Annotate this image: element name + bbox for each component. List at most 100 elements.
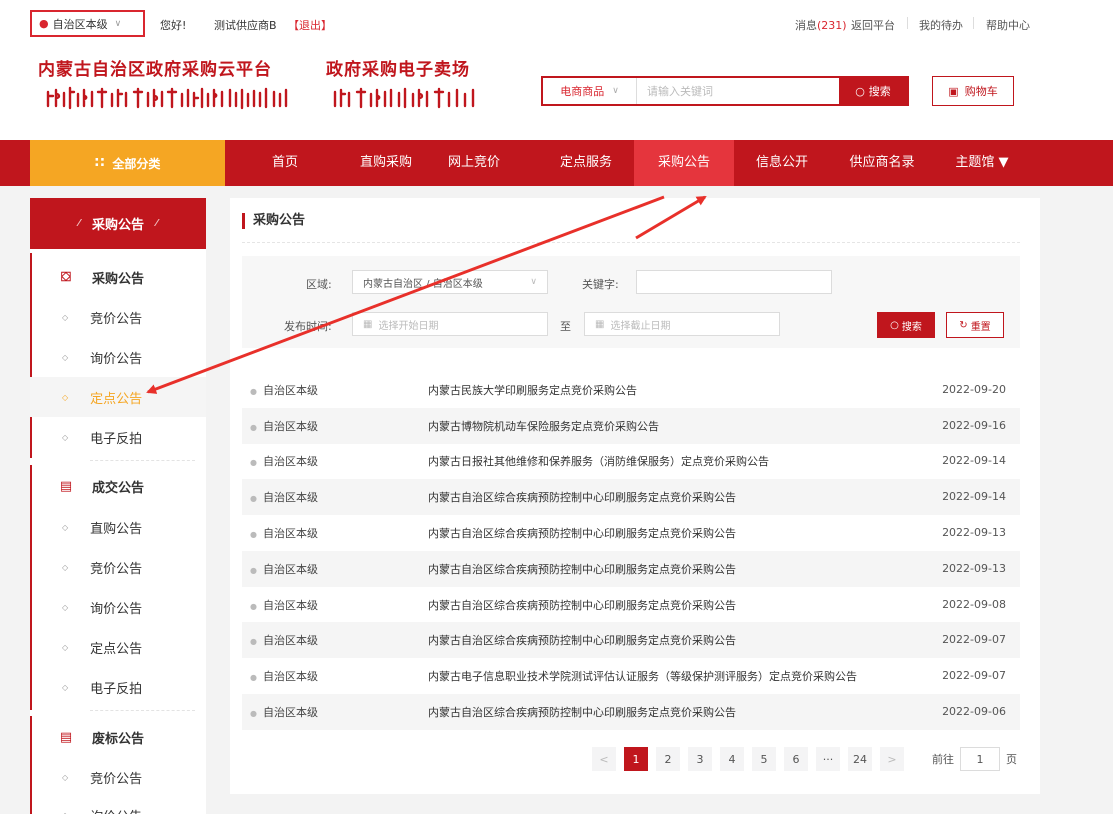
cart-icon: ▣ (948, 84, 959, 98)
logout-link[interactable]: 【退出】 (288, 17, 332, 33)
page-button-3[interactable]: 3 (688, 747, 712, 771)
nav-item-online-bidding[interactable]: 网上竞价 (432, 140, 516, 186)
search-input[interactable] (637, 78, 839, 104)
bullet-icon: ◇ (62, 312, 69, 322)
row-title[interactable]: 内蒙古电子信息职业技术学院测试评估认证服务（等级保护测评服务）定点竞价采购公告 (428, 668, 857, 684)
page-button-24[interactable]: 24 (848, 747, 872, 771)
table-row[interactable]: ● 自治区本级 内蒙古博物院机动车保险服务定点竞价采购公告 2022-09-16 (242, 408, 1020, 444)
keyword-input[interactable] (636, 270, 832, 294)
location-selector[interactable]: ● 自治区本级 ∨ (30, 10, 145, 37)
page-button-1[interactable]: 1 (624, 747, 648, 771)
row-region: ● 自治区本级 (250, 704, 318, 720)
row-region: ● 自治区本级 (250, 632, 318, 648)
table-row[interactable]: ● 自治区本级 内蒙古自治区综合疾病预防控制中心印刷服务定点竞价采购公告 2022-0… (242, 479, 1020, 515)
location-label: 自治区本级 (52, 17, 108, 31)
sidebar-item-bidding-notice[interactable]: ◇ 竞价公告 (30, 547, 206, 587)
start-date-input[interactable]: ▦ 选择开始日期 (352, 312, 548, 336)
search-button[interactable]: ○ 搜索 (839, 78, 907, 104)
row-title[interactable]: 内蒙古日报社其他维修和保养服务（消防维保服务）定点竞价采购公告 (428, 453, 769, 469)
region-select[interactable]: 内蒙古自治区 / 自治区本级 ∨ (352, 270, 548, 294)
row-title[interactable]: 内蒙古自治区综合疾病预防控制中心印刷服务定点竞价采购公告 (428, 704, 736, 720)
sidebar-item-reverse-auction[interactable]: ◇ 电子反拍 (30, 667, 206, 707)
greeting-text: 您好! (160, 19, 187, 32)
sidebar-item-inquiry-notice[interactable]: ◇ 询价公告 (30, 587, 206, 627)
bullet-icon: ◇ (62, 772, 69, 782)
messages-link[interactable]: 消息(231) (795, 17, 847, 33)
nav-item-home[interactable]: 首页 (256, 140, 314, 186)
decoration-icon: ⁄ (78, 218, 80, 229)
sidebar-item-label: 电子反拍 (90, 681, 143, 697)
nav-item-theme-hall[interactable]: 主题馆 ▼ (938, 140, 1026, 186)
sidebar-item-designated-notice[interactable]: ◇ 定点公告 (30, 377, 206, 417)
table-row[interactable]: ● 自治区本级 内蒙古自治区综合疾病预防控制中心印刷服务定点竞价采购公告 2022-0… (242, 515, 1020, 551)
divider (90, 460, 195, 461)
page-button-5[interactable]: 5 (752, 747, 776, 771)
table-row[interactable]: ● 自治区本级 内蒙古自治区综合疾病预防控制中心印刷服务定点竞价采购公告 2022-0… (242, 622, 1020, 658)
my-todo-link[interactable]: 我的待办 (919, 17, 963, 33)
table-row[interactable]: ● 自治区本级 内蒙古自治区综合疾病预防控制中心印刷服务定点竞价采购公告 2022-0… (242, 694, 1020, 730)
page-button-2[interactable]: 2 (656, 747, 680, 771)
row-title[interactable]: 内蒙古自治区综合疾病预防控制中心印刷服务定点竞价采购公告 (428, 597, 736, 613)
page-title: 采购公告 (242, 213, 305, 229)
search-icon: ○ (855, 84, 865, 98)
row-title[interactable]: 内蒙古自治区综合疾病预防控制中心印刷服务定点竞价采购公告 (428, 561, 736, 577)
cart-button[interactable]: ▣ 购物车 (932, 76, 1014, 106)
bullet-icon: ◇ (62, 432, 69, 442)
goto-label: 前往 (932, 753, 954, 766)
sidebar-item-direct-notice[interactable]: ◇ 直购公告 (30, 507, 206, 547)
nav-item-info-disclosure[interactable]: 信息公开 (740, 140, 824, 186)
prev-page-button[interactable]: < (592, 747, 616, 771)
goto-page-input[interactable]: 1 (960, 747, 1000, 771)
row-date: 2022-09-08 (942, 598, 1006, 612)
table-row[interactable]: ● 自治区本级 内蒙古自治区综合疾病预防控制中心印刷服务定点竞价采购公告 2022-0… (242, 551, 1020, 587)
page-button-4[interactable]: 4 (720, 747, 744, 771)
nav-item-designated-service[interactable]: 定点服务 (544, 140, 628, 186)
table-row[interactable]: ● 自治区本级 内蒙古电子信息职业技术学院测试评估认证服务（等级保护测评服务）定点竞… (242, 658, 1020, 694)
nav-item-direct-purchase[interactable]: 直购采购 (346, 140, 426, 186)
table-row[interactable]: ● 自治区本级 内蒙古民族大学印刷服务定点竞价采购公告 2022-09-20 (242, 372, 1020, 408)
page-ellipsis[interactable]: ··· (816, 747, 840, 771)
sidebar-item-inquiry-notice[interactable]: ◇ 询价公告 (30, 795, 206, 814)
filter-reset-button[interactable]: ↻ 重置 (946, 312, 1004, 338)
table-row[interactable]: ● 自治区本级 内蒙古日报社其他维修和保养服务（消防维保服务）定点竞价采购公告 202… (242, 443, 1020, 479)
row-region-label: 自治区本级 (262, 454, 318, 468)
end-date-input[interactable]: ▦ 选择截止日期 (584, 312, 780, 336)
row-title[interactable]: 内蒙古民族大学印刷服务定点竞价采购公告 (428, 382, 637, 398)
row-title[interactable]: 内蒙古自治区综合疾病预防控制中心印刷服务定点竞价采购公告 (428, 525, 736, 541)
date-label: 发布时间: (284, 320, 332, 333)
bullet-icon: ● (250, 386, 257, 396)
nav-item-procurement-notice[interactable]: 采购公告 (634, 140, 734, 186)
filter-reset-label: 重置 (970, 321, 991, 333)
row-date: 2022-09-06 (942, 705, 1006, 719)
row-date: 2022-09-20 (942, 383, 1006, 397)
sidebar-item-label: 竞价公告 (90, 771, 143, 787)
sidebar-item-label: 询价公告 (90, 806, 142, 814)
nav-item-supplier-directory[interactable]: 供应商名录 (832, 140, 932, 186)
sidebar-item-inquiry-notice[interactable]: ◇ 询价公告 (30, 337, 206, 377)
sidebar-group-transaction[interactable]: ▤ 成交公告 (30, 466, 206, 506)
sidebar-group-failed-bid[interactable]: ▤ 废标公告 (30, 717, 206, 757)
search-category-select[interactable]: 电商商品 ∨ (543, 78, 637, 104)
top-bar: ● 自治区本级 ∨ 您好! 测试供应商B 【退出】 消息(231) 返回平台 我… (0, 0, 1113, 46)
row-title[interactable]: 内蒙古自治区综合疾病预防控制中心印刷服务定点竞价采购公告 (428, 632, 736, 648)
sidebar-group-procurement[interactable]: ⛋ 采购公告 (30, 257, 206, 297)
table-row[interactable]: ● 自治区本级 内蒙古自治区综合疾病预防控制中心印刷服务定点竞价采购公告 2022-0… (242, 587, 1020, 623)
help-center-link[interactable]: 帮助中心 (986, 17, 1030, 33)
header: 内蒙古自治区政府采购云平台 政府采购电子卖场 电商商品 ∨ ○ 搜索 ▣ 购物车 (0, 46, 1113, 140)
all-categories-button[interactable]: ∷ 全部分类 (30, 140, 225, 186)
bullet-icon: ● (250, 422, 257, 432)
row-title[interactable]: 内蒙古博物院机动车保险服务定点竞价采购公告 (428, 418, 659, 434)
page-button-6[interactable]: 6 (784, 747, 808, 771)
sidebar-item-reverse-auction[interactable]: ◇ 电子反拍 (30, 417, 206, 457)
sidebar-item-designated-notice[interactable]: ◇ 定点公告 (30, 627, 206, 667)
back-platform-link[interactable]: 返回平台 (851, 17, 895, 33)
row-region: ● 自治区本级 (250, 382, 318, 398)
sidebar-item-bidding-notice[interactable]: ◇ 竞价公告 (30, 757, 206, 797)
next-page-button[interactable]: > (880, 747, 904, 771)
brand-subtitle: 政府采购电子卖场 (326, 60, 470, 80)
filter-search-button[interactable]: ○ 搜索 (877, 312, 935, 338)
sidebar-item-bidding-notice[interactable]: ◇ 竞价公告 (30, 297, 206, 337)
chevron-down-icon: ∨ (530, 277, 537, 287)
row-region: ● 自治区本级 (250, 453, 318, 469)
row-title[interactable]: 内蒙古自治区综合疾病预防控制中心印刷服务定点竞价采购公告 (428, 489, 736, 505)
